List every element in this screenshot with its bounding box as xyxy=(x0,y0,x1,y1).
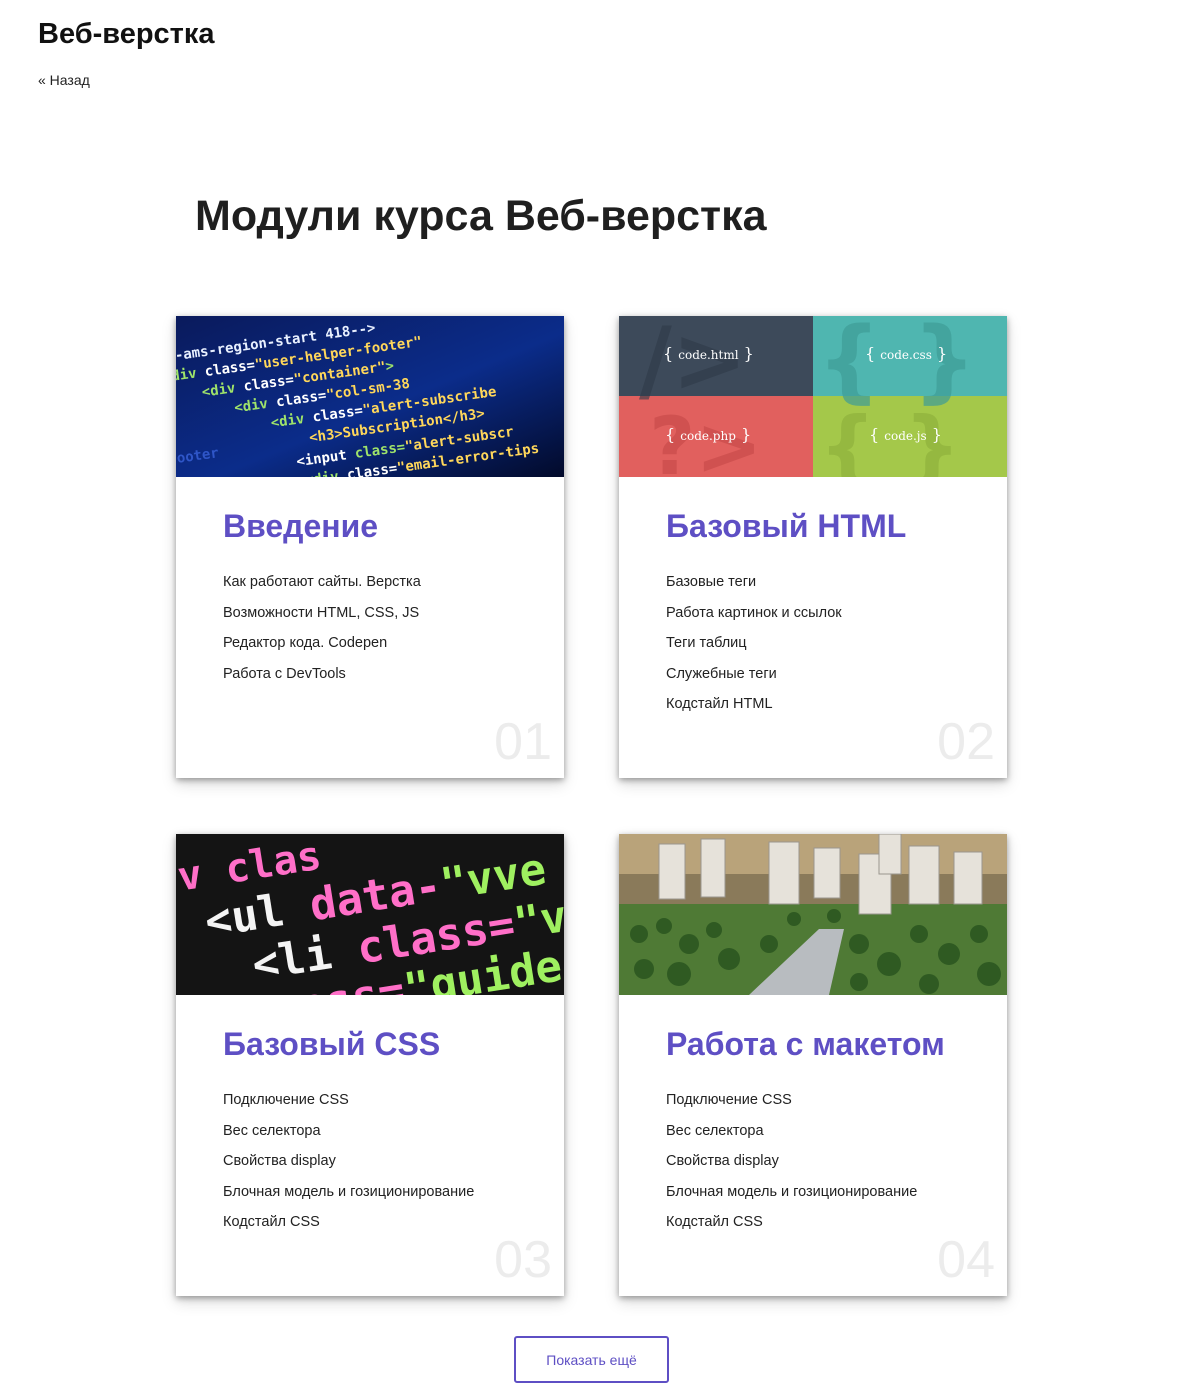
list-item: Вес селектора xyxy=(666,1122,764,1139)
module-card-layout[interactable]: Работа с макетом Подключение CSS Вес сел… xyxy=(619,834,1007,1296)
card-number: 03 xyxy=(494,1231,552,1289)
code-screen-image: --ams-region-start 418--> div class="use… xyxy=(176,316,564,477)
list-item: Теги таблиц xyxy=(666,635,747,651)
list-item: Блочная модель и гозиционирование xyxy=(666,1183,918,1200)
list-item: Возможности HTML, CSS, JS xyxy=(223,604,420,621)
code-closeup-image: v clas <ul data-"vve <li class="vve ass=… xyxy=(176,834,564,995)
list-item: Служебные теги xyxy=(666,665,777,682)
code-tiles-image: /> { } ?> { } { code.html } { code.css }… xyxy=(619,316,1007,477)
list-item: Кодстайл CSS xyxy=(666,1214,763,1230)
card-number: 01 xyxy=(494,713,552,771)
svg-text:/>: /> xyxy=(639,316,747,413)
module-card-html[interactable]: /> { } ?> { } { code.html } { code.css }… xyxy=(619,316,1007,778)
list-item: Блочная модель и гозиционирование xyxy=(223,1183,475,1200)
list-item: Работа картинок и ссылок xyxy=(666,604,842,621)
back-link[interactable]: « Назад xyxy=(38,72,90,88)
list-item: Подключение CSS xyxy=(666,1092,792,1108)
list-item: Работа с DevTools xyxy=(223,665,346,682)
list-item: Подключение CSS xyxy=(223,1092,349,1108)
site-title: Веб-верстка xyxy=(38,18,215,50)
show-more-button[interactable]: Показать ещё xyxy=(514,1336,669,1383)
topic-list: Базовые теги Работа картинок и ссылок Те… xyxy=(666,573,842,726)
card-title: Введение xyxy=(223,508,379,544)
card-title: Базовый HTML xyxy=(666,508,907,544)
list-item: Свойства display xyxy=(666,1153,779,1169)
card-number: 02 xyxy=(937,713,995,771)
card-title: Работа с макетом xyxy=(666,1026,945,1062)
list-item: Редактор кода. Codepen xyxy=(223,635,388,651)
topic-list: Подключение CSS Вес селектора Свойства d… xyxy=(223,1091,474,1244)
topic-list: Подключение CSS Вес селектора Свойства d… xyxy=(666,1091,917,1244)
page-title: Модули курса Веб-верстка xyxy=(195,192,767,240)
module-card-css[interactable]: v clas <ul data-"vve <li class="vve ass=… xyxy=(176,834,564,1296)
svg-text:{ }: { } xyxy=(817,316,976,413)
list-item: Кодстайл CSS xyxy=(223,1214,320,1230)
list-item: Кодстайл HTML xyxy=(666,696,773,712)
list-item: Как работают сайты. Верстка xyxy=(223,574,421,590)
list-item: Вес селектора xyxy=(223,1122,321,1139)
city-model-image xyxy=(619,834,1007,995)
list-item: Свойства display xyxy=(223,1153,336,1169)
list-item: Базовые теги xyxy=(666,574,757,590)
card-number: 04 xyxy=(937,1231,995,1289)
module-card-intro[interactable]: --ams-region-start 418--> div class="use… xyxy=(176,316,564,778)
topic-list: Как работают сайты. Верстка Возможности … xyxy=(223,573,421,695)
card-title: Базовый CSS xyxy=(223,1026,441,1062)
